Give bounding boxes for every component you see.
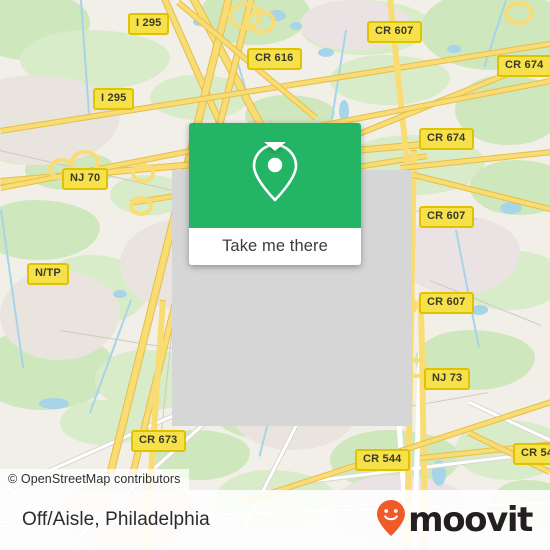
road-shield-cr544: CR 544 <box>355 449 410 471</box>
road-shield-i295-west: I 295 <box>93 88 135 110</box>
landuse-green <box>0 200 100 260</box>
water-body <box>447 45 461 53</box>
road-shield-njtp: N/TP <box>27 263 69 285</box>
road-shield-cr607-mid: CR 607 <box>419 206 474 228</box>
road-shield-nj73: NJ 73 <box>424 368 471 390</box>
footer-bar: Off/Aisle, Philadelphia moovit <box>0 490 550 550</box>
moovit-logo[interactable]: moovit <box>376 499 533 542</box>
osm-attribution[interactable]: © OpenStreetMap contributors <box>0 469 189 490</box>
map-canvas[interactable]: I 295 CR 616 CR 607 CR 674 I 295 CR 674 NJ 70 C… <box>0 0 550 550</box>
moovit-wordmark: moovit <box>408 500 533 540</box>
road-shield-cr607-south: CR 607 <box>419 292 474 314</box>
road-shield-cr673: CR 673 <box>131 430 186 452</box>
interchange-loop <box>129 196 153 216</box>
road-shield-cr544-east: CR 544 <box>513 443 550 465</box>
callout-action[interactable]: Take me there <box>189 228 361 265</box>
moovit-smiley-pin-icon <box>376 499 406 542</box>
interchange-loop <box>504 1 534 25</box>
map-pin-icon <box>251 142 299 209</box>
road-shield-cr674: CR 674 <box>419 128 474 150</box>
road-shield-cr616: CR 616 <box>247 48 302 70</box>
callout-pointer <box>264 142 286 151</box>
map-screenshot: I 295 CR 616 CR 607 CR 674 I 295 CR 674 NJ 70 C… <box>0 0 550 550</box>
place-title: Off/Aisle, Philadelphia <box>22 509 210 530</box>
water-body <box>290 22 302 30</box>
road-shield-cr674-east: CR 674 <box>497 55 550 77</box>
callout-header <box>189 123 361 228</box>
road-shield-nj70: NJ 70 <box>62 168 109 190</box>
interchange-loop <box>131 163 155 183</box>
water-body <box>113 290 127 298</box>
water-body <box>318 48 334 57</box>
water-body <box>39 398 69 409</box>
road-shield-cr607-north: CR 607 <box>367 21 422 43</box>
take-me-there-label: Take me there <box>222 237 328 255</box>
interchange-loop <box>246 10 276 34</box>
road-shield-i295-north: I 295 <box>128 13 170 35</box>
